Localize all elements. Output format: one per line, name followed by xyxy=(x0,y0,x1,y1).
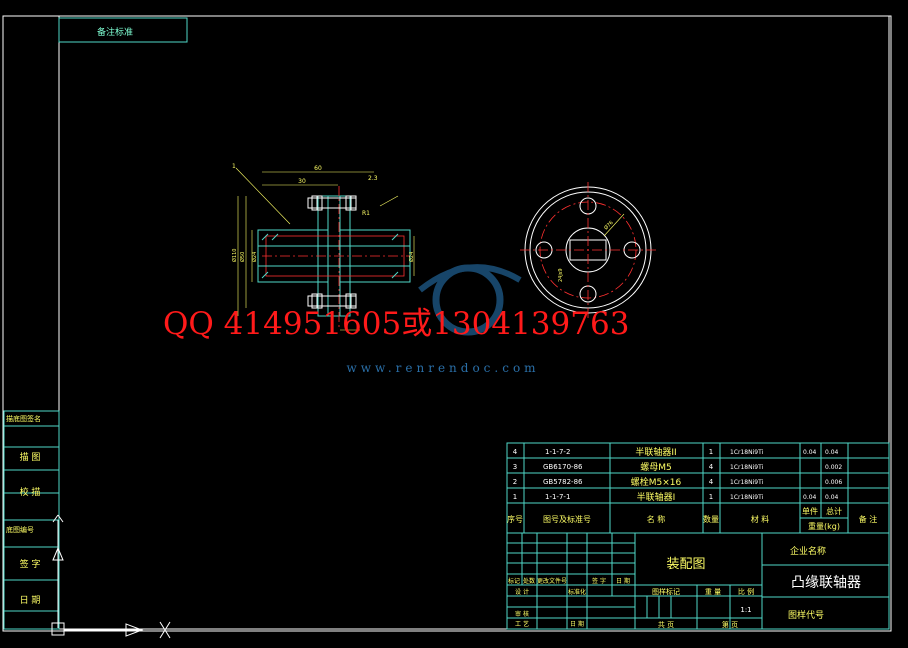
tb-designer: 设 计 xyxy=(515,588,529,596)
svg-text:0.002: 0.002 xyxy=(825,464,842,471)
svg-text:1: 1 xyxy=(513,493,517,501)
bom-row: 4 1-1-7-2 半联轴器II 1 1Cr18Ni9Ti 0.04 0.04 xyxy=(513,446,839,458)
tb-scale-value: 1:1 xyxy=(740,606,751,614)
svg-text:4: 4 xyxy=(709,478,714,486)
tb-sheets: 共 页 xyxy=(658,620,674,629)
svg-text:4: 4 xyxy=(513,448,518,456)
callout-1: 1 xyxy=(232,163,236,170)
svg-text:4: 4 xyxy=(709,463,714,471)
svg-text:1-1-7-1: 1-1-7-1 xyxy=(545,493,570,501)
svg-text:螺母M5: 螺母M5 xyxy=(640,462,672,473)
tb-review: 审 核 xyxy=(515,610,529,618)
svg-text:螺栓M5×16: 螺栓M5×16 xyxy=(631,476,682,488)
dim-r1: R1 xyxy=(362,210,370,217)
bom-h-name: 名 称 xyxy=(647,514,666,524)
bom-h-total: 总计 xyxy=(826,506,842,516)
svg-text:1Cr18Ni9Ti: 1Cr18Ni9Ti xyxy=(730,479,764,486)
svg-text:0.006: 0.006 xyxy=(825,479,842,486)
company-label: 企业名称 xyxy=(790,545,826,557)
dim-24js9: 24js9 xyxy=(558,268,564,282)
dim-phi110: Ø110 xyxy=(231,249,238,262)
svg-text:0.04: 0.04 xyxy=(803,494,817,501)
side-label-3: 底图编号 xyxy=(6,525,34,534)
svg-text:1Cr18Ni9Ti: 1Cr18Ni9Ti xyxy=(730,449,764,456)
tb-standard: 标准化 xyxy=(568,588,586,596)
svg-text:半联轴器I: 半联轴器I xyxy=(637,491,676,503)
svg-text:GB6170-86: GB6170-86 xyxy=(543,463,583,471)
svg-text:0.04: 0.04 xyxy=(803,449,817,456)
tb-weight: 重 量 xyxy=(705,588,721,596)
tb-process: 工 艺 xyxy=(515,620,529,628)
drawing-type: 装配图 xyxy=(666,557,705,572)
section-view: 60 30 2.3 R1 1 Ø110 Ø50 Ø24 Ø24 xyxy=(231,163,415,331)
cad-drawing: 备注标准 描底图签名 描 图 校 描 底图编号 签 字 日 期 60 30 2.… xyxy=(2,15,892,639)
dim-phi24: Ø24 xyxy=(251,252,258,262)
drawing-number-label: 图样代号 xyxy=(788,609,824,621)
rev-h-2: 更改文件号 xyxy=(537,577,567,585)
side-label-0: 描底图签名 xyxy=(6,414,41,423)
dim-30: 30 xyxy=(298,178,306,185)
title-block: 装配图 企业名称 凸缘联轴器 图样代号 标记 处数 更改文件号 签 字 日 期 … xyxy=(506,532,890,630)
svg-text:1: 1 xyxy=(709,493,713,501)
bom-row: 3 GB6170-86 螺母M5 4 1Cr18Ni9Ti 0.002 xyxy=(513,462,843,473)
side-label-2: 校 描 xyxy=(20,486,41,498)
svg-text:1Cr18Ni9Ti: 1Cr18Ni9Ti xyxy=(730,494,764,501)
svg-text:半联轴器II: 半联轴器II xyxy=(635,446,676,458)
ucs-icon xyxy=(51,514,171,639)
tb-stage: 图样标记 xyxy=(652,587,680,596)
bom-h-weight: 重量(kg) xyxy=(808,521,840,531)
bom-h-code: 图号及标准号 xyxy=(543,514,591,524)
bom-row: 2 GB5782-86 螺栓M5×16 4 1Cr18Ni9Ti 0.006 xyxy=(513,476,843,488)
tb-scale-label: 比 例 xyxy=(738,587,754,596)
side-label-1: 描 图 xyxy=(20,451,41,463)
svg-text:0.04: 0.04 xyxy=(825,494,839,501)
top-label: 备注标准 xyxy=(97,26,133,38)
dim-phi76: Ø76 xyxy=(602,219,614,231)
part-name: 凸缘联轴器 xyxy=(791,575,861,591)
side-label-4: 签 字 xyxy=(20,558,41,570)
svg-text:3: 3 xyxy=(513,463,517,471)
tb-date: 日 期 xyxy=(570,620,584,628)
svg-text:1: 1 xyxy=(709,448,713,456)
rev-h-1: 处数 xyxy=(523,577,535,585)
bom-h-note: 备 注 xyxy=(859,514,878,524)
svg-text:2: 2 xyxy=(513,478,517,486)
side-view: Ø76 24js9 xyxy=(520,182,656,318)
bom-h-unit: 单件 xyxy=(802,506,818,516)
dim-phi24b: Ø24 xyxy=(408,252,415,262)
watermark-site: www.renrendoc.com xyxy=(346,361,539,375)
svg-text:GB5782-86: GB5782-86 xyxy=(543,478,583,486)
svg-text:0.04: 0.04 xyxy=(825,449,839,456)
svg-text:1Cr18Ni9Ti: 1Cr18Ni9Ti xyxy=(730,464,764,471)
bom-h-seq: 序号 xyxy=(507,514,523,524)
rev-h-3: 签 字 xyxy=(592,577,606,585)
bom-h-qty: 数量 xyxy=(703,514,719,524)
dim-phi50: Ø50 xyxy=(239,252,246,262)
dim-2-3: 2.3 xyxy=(368,175,378,182)
tb-sheet: 第 页 xyxy=(722,620,738,629)
rev-h-4: 日 期 xyxy=(616,577,630,585)
side-panel: 描底图签名 描 图 校 描 底图编号 签 字 日 期 xyxy=(3,410,60,630)
side-label-5: 日 期 xyxy=(20,595,41,606)
bom-row: 1 1-1-7-1 半联轴器I 1 1Cr18Ni9Ti 0.04 0.04 xyxy=(513,491,839,503)
bom-h-material: 材 料 xyxy=(751,514,770,524)
dim-60: 60 xyxy=(314,165,322,172)
watermark-qq: QQ 414951605或1304139763 xyxy=(163,306,629,342)
bom-table: 4 1-1-7-2 半联轴器II 1 1Cr18Ni9Ti 0.04 0.04 … xyxy=(506,442,890,534)
rev-h-0: 标记 xyxy=(508,577,520,585)
svg-text:1-1-7-2: 1-1-7-2 xyxy=(545,448,570,456)
